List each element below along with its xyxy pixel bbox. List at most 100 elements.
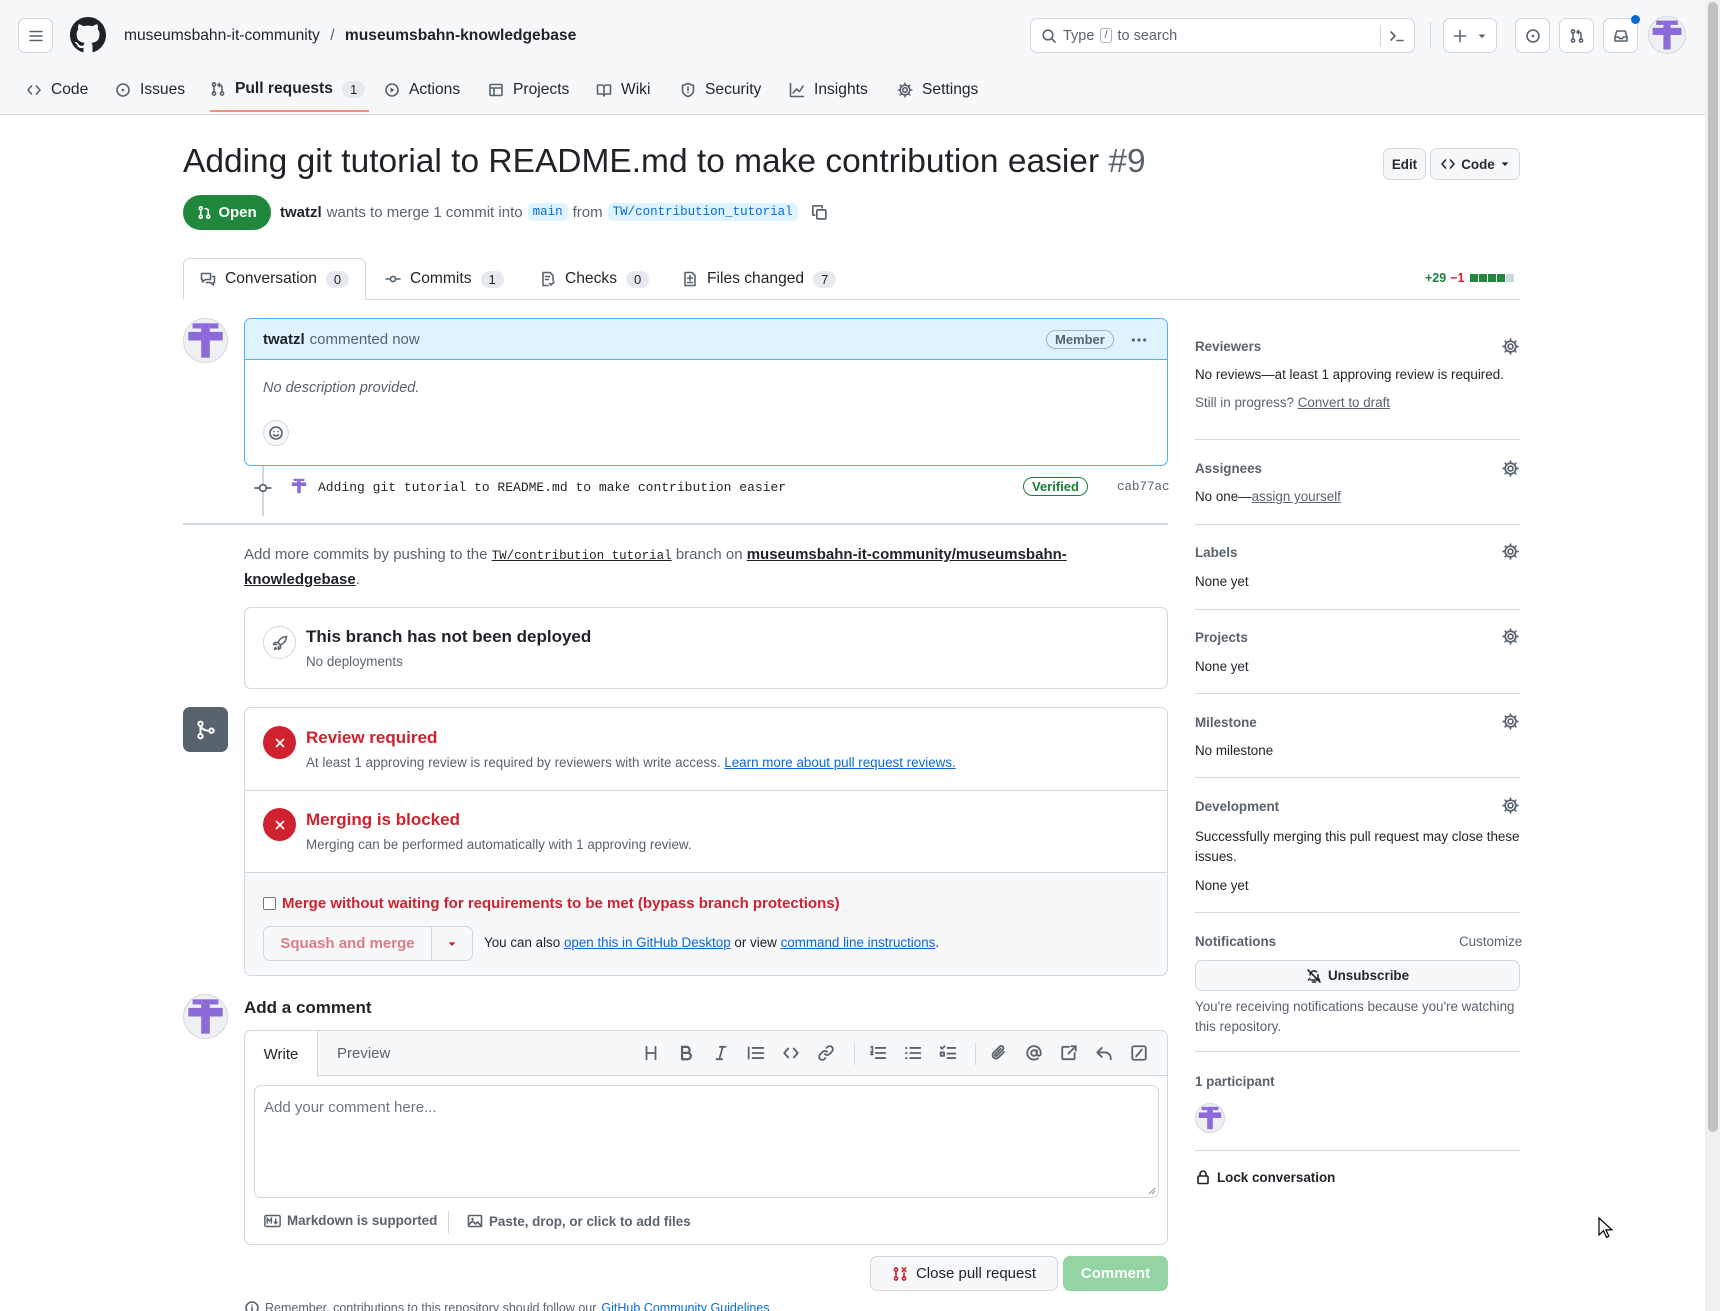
tab-checks[interactable]: Checks 0	[540, 258, 650, 300]
comment-body: No description provided.	[263, 380, 420, 396]
scrollbar-track[interactable]	[1705, 0, 1720, 1311]
notification-dot	[1631, 15, 1640, 24]
pull-requests-button[interactable]	[1559, 18, 1594, 53]
italic-icon[interactable]	[712, 1044, 730, 1062]
ordered-list-icon[interactable]	[869, 1044, 887, 1062]
issues-button[interactable]	[1515, 18, 1550, 53]
base-branch[interactable]: main	[527, 203, 568, 221]
heading-icon[interactable]	[642, 1044, 660, 1062]
current-user-avatar[interactable]	[183, 994, 228, 1039]
code-icon[interactable]	[782, 1044, 800, 1062]
remember-text: Remember, contributions to this reposito…	[265, 1301, 597, 1311]
unsubscribe-button[interactable]: Unsubscribe	[1195, 960, 1520, 991]
convert-to-draft-link[interactable]: Convert to draft	[1298, 395, 1390, 410]
push-branch-link[interactable]: TW/contribution_tutorial	[492, 549, 672, 563]
gear-icon[interactable]	[1502, 713, 1519, 730]
code-dropdown-button[interactable]: Code	[1430, 148, 1520, 180]
comment-timestamp[interactable]: commented now	[310, 331, 420, 348]
head-branch[interactable]: TW/contribution_tutorial	[607, 203, 798, 221]
mention-icon[interactable]	[1025, 1044, 1043, 1062]
user-avatar[interactable]	[1648, 16, 1686, 54]
close-pr-button[interactable]: Close pull request	[870, 1256, 1058, 1291]
github-logo-icon[interactable]	[70, 17, 106, 53]
gear-icon[interactable]	[1502, 543, 1519, 560]
edit-title-button[interactable]: Edit	[1383, 148, 1426, 180]
add-reaction-button[interactable]	[263, 420, 289, 446]
pr-tabs-divider	[183, 299, 1520, 300]
write-tab[interactable]: Write	[245, 1031, 318, 1077]
community-guidelines-link[interactable]: GitHub Community Guidelines	[601, 1301, 769, 1311]
gear-icon[interactable]	[1502, 460, 1519, 477]
milestone-heading[interactable]: Milestone	[1195, 715, 1257, 730]
comment-submit-button[interactable]: Comment	[1063, 1256, 1168, 1291]
development-heading[interactable]: Development	[1195, 799, 1279, 814]
preview-tab[interactable]: Preview	[337, 1031, 390, 1076]
tasklist-icon[interactable]	[939, 1044, 957, 1062]
command-line-link[interactable]: command line instructions	[781, 935, 936, 950]
assign-yourself-link[interactable]: assign yourself	[1252, 489, 1341, 504]
pr-author-link[interactable]: twatzl	[280, 204, 322, 221]
tab-projects[interactable]: Projects	[488, 68, 569, 112]
tab-insights[interactable]: Insights	[789, 68, 868, 112]
participant-avatar[interactable]	[1195, 1103, 1225, 1133]
tab-security[interactable]: Security	[680, 68, 761, 112]
scrollbar-thumb[interactable]	[1708, 2, 1718, 1132]
github-desktop-link[interactable]: open this in GitHub Desktop	[564, 935, 731, 950]
reply-icon[interactable]	[1095, 1044, 1113, 1062]
attach-files-note[interactable]: Paste, drop, or click to add files	[467, 1213, 691, 1229]
bold-icon[interactable]	[677, 1044, 695, 1062]
commit-author-avatar[interactable]	[290, 477, 308, 495]
merge-method-dropdown[interactable]	[432, 927, 472, 960]
create-new-button[interactable]	[1443, 18, 1497, 53]
plus-icon	[1453, 29, 1467, 42]
review-required-description: At least 1 approving review is required …	[306, 755, 721, 770]
repo-link[interactable]: museumsbahn-knowledgebase	[345, 27, 576, 44]
deployment-title: This branch has not been deployed	[306, 627, 592, 646]
tab-settings[interactable]: Settings	[897, 68, 978, 112]
gear-icon[interactable]	[1502, 797, 1519, 814]
reviewers-heading[interactable]: Reviewers	[1195, 339, 1261, 354]
menu-button[interactable]	[18, 18, 53, 53]
projects-heading[interactable]: Projects	[1195, 630, 1248, 645]
org-link[interactable]: museumsbahn-it-community	[124, 27, 320, 44]
quote-icon[interactable]	[747, 1044, 765, 1062]
gear-icon[interactable]	[1502, 628, 1519, 645]
squash-and-merge-button[interactable]: Squash and merge	[264, 927, 432, 960]
also-text: You can also	[484, 935, 561, 950]
lock-conversation-button[interactable]: Lock conversation	[1195, 1169, 1335, 1185]
cross-reference-icon[interactable]	[1060, 1044, 1078, 1062]
commit-sha-link[interactable]: cab77ac	[1117, 480, 1170, 494]
assignees-heading[interactable]: Assignees	[1195, 461, 1262, 476]
comment-editor: Write Preview Add your comment here... M…	[244, 1030, 1168, 1245]
conversation-count: 0	[325, 270, 350, 288]
kebab-horizontal-icon[interactable]	[1129, 331, 1149, 349]
gear-icon[interactable]	[1502, 338, 1519, 355]
resize-handle-icon[interactable]	[1148, 1187, 1156, 1195]
tab-code[interactable]: Code	[26, 68, 88, 112]
tab-wiki[interactable]: Wiki	[596, 68, 650, 112]
tab-commits[interactable]: Commits 1	[385, 258, 504, 300]
copy-icon[interactable]	[811, 204, 828, 221]
tab-pull-requests[interactable]: Pull requests 1	[210, 68, 370, 112]
bypass-checkbox[interactable]	[263, 897, 276, 910]
tab-files-changed[interactable]: Files changed 7	[682, 258, 837, 300]
labels-heading[interactable]: Labels	[1195, 545, 1237, 560]
paperclip-icon[interactable]	[990, 1044, 1008, 1062]
learn-more-reviews-link[interactable]: Learn more about pull request reviews.	[724, 755, 956, 770]
commit-message-link[interactable]: Adding git tutorial to README.md to make…	[318, 480, 786, 495]
comment-textarea[interactable]: Add your comment here...	[254, 1085, 1159, 1198]
search-input[interactable]: Type / to search	[1030, 18, 1415, 53]
customize-notifications-link[interactable]: Customize	[1459, 934, 1522, 949]
tab-conversation[interactable]: Conversation 0	[200, 258, 350, 300]
comment-author-link[interactable]: twatzl	[263, 331, 305, 348]
comment-author-avatar[interactable]	[183, 318, 228, 363]
command-palette-icon[interactable]	[1389, 28, 1405, 44]
tab-issues[interactable]: Issues	[115, 68, 185, 112]
verified-badge[interactable]: Verified	[1023, 477, 1088, 496]
tab-actions[interactable]: Actions	[384, 68, 460, 112]
unordered-list-icon[interactable]	[904, 1044, 922, 1062]
markdown-note[interactable]: Markdown is supported	[264, 1213, 437, 1228]
link-icon[interactable]	[817, 1044, 835, 1062]
bypass-label[interactable]: Merge without waiting for requirements t…	[282, 895, 840, 912]
slash-command-icon[interactable]	[1130, 1044, 1148, 1062]
